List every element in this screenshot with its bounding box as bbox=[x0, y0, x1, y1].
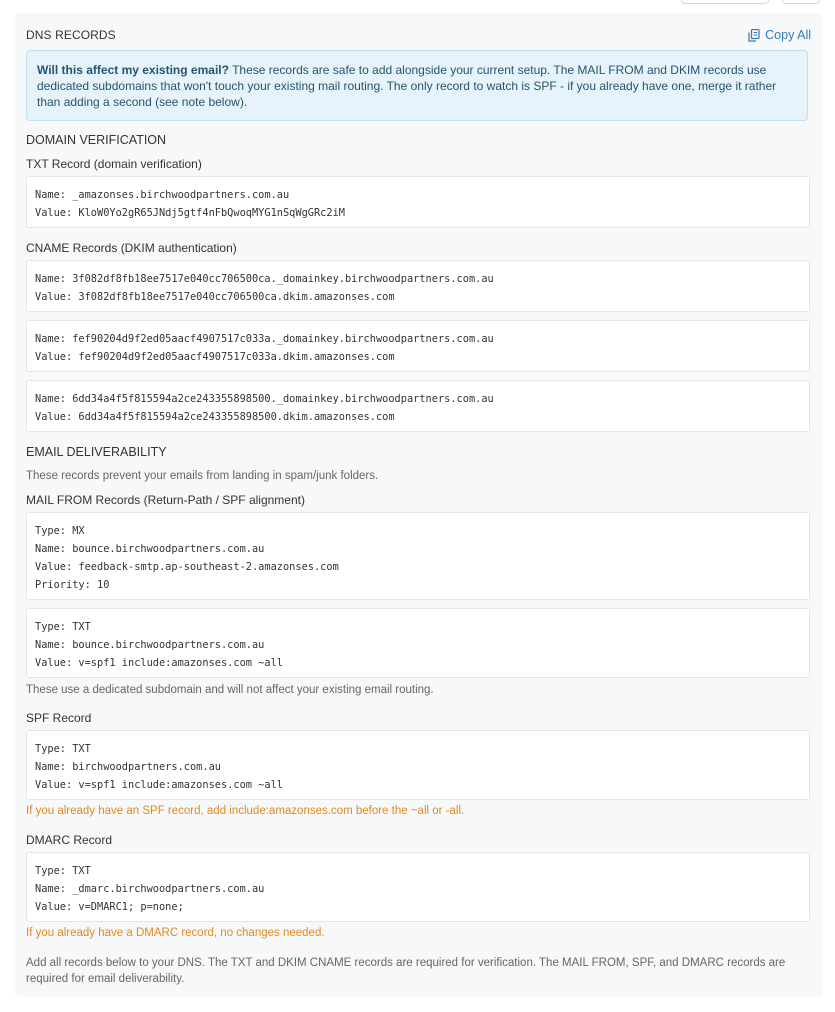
dns-records-panel: DNS RECORDS Copy All Will this affect my… bbox=[15, 13, 823, 997]
record-name: Name: fef90204d9f2ed05aacf4907517c033a._… bbox=[35, 333, 494, 345]
copy-icon bbox=[748, 28, 760, 42]
record-value: Value: feedback-smtp.ap-southeast-2.amaz… bbox=[35, 561, 339, 573]
cname-record-2[interactable]: Name: fef90204d9f2ed05aacf4907517c033a._… bbox=[26, 320, 810, 372]
record-type: Type: TXT bbox=[35, 865, 91, 877]
cname-record-1[interactable]: Name: 3f082df8fb18ee7517e040cc706500ca._… bbox=[26, 260, 810, 312]
dmarc-record-heading: DMARC Record bbox=[26, 833, 113, 847]
dmarc-warning: If you already have a DMARC record, no c… bbox=[26, 927, 325, 939]
record-priority: Priority: 10 bbox=[35, 579, 110, 591]
deliverability-intro: These records prevent your emails from l… bbox=[26, 470, 379, 482]
record-name: Name: 3f082df8fb18ee7517e040cc706500ca._… bbox=[35, 273, 494, 285]
domain-verification-heading: DOMAIN VERIFICATION bbox=[26, 133, 167, 147]
mail-from-mx-record[interactable]: Type: MX Name: bounce.birchwoodpartners.… bbox=[26, 512, 810, 600]
record-type: Type: TXT bbox=[35, 743, 91, 755]
record-value: Value: KloW0Yo2gR65JNdj5gtf4nFbQwoqMYG1n… bbox=[35, 207, 345, 219]
email-deliverability-heading: EMAIL DELIVERABILITY bbox=[26, 445, 167, 459]
spf-record-heading: SPF Record bbox=[26, 711, 92, 725]
spf-warning: If you already have an SPF record, add i… bbox=[26, 805, 465, 817]
txt-record-heading: TXT Record (domain verification) bbox=[26, 157, 202, 171]
record-name: Name: birchwoodpartners.com.au bbox=[35, 761, 221, 773]
record-value: Value: fef90204d9f2ed05aacf4907517c033a.… bbox=[35, 351, 395, 363]
footer-note: Add all records below to your DNS. The T… bbox=[26, 957, 786, 985]
info-question: Will this affect my existing email? bbox=[37, 63, 229, 77]
record-value: Value: v=DMARC1; p=none; bbox=[35, 901, 184, 913]
record-value: Value: 6dd34a4f5f815594a2ce243355898500.… bbox=[35, 411, 395, 423]
record-name: Name: bounce.birchwoodpartners.com.au bbox=[35, 543, 265, 555]
copy-all-button[interactable]: Copy All bbox=[748, 28, 811, 42]
record-name: Name: 6dd34a4f5f815594a2ce243355898500._… bbox=[35, 393, 494, 405]
cname-record-3[interactable]: Name: 6dd34a4f5f815594a2ce243355898500._… bbox=[26, 380, 810, 432]
copy-all-label: Copy All bbox=[765, 28, 811, 42]
info-callout: Will this affect my existing email? Thes… bbox=[26, 50, 808, 121]
record-value: Value: 3f082df8fb18ee7517e040cc706500ca.… bbox=[35, 291, 395, 303]
cname-records-heading: CNAME Records (DKIM authentication) bbox=[26, 241, 237, 255]
record-type: Type: MX bbox=[35, 525, 85, 537]
spf-record[interactable]: Type: TXT Name: birchwoodpartners.com.au… bbox=[26, 730, 810, 800]
record-name: Name: bounce.birchwoodpartners.com.au bbox=[35, 639, 265, 651]
mail-from-note: These use a dedicated subdomain and will… bbox=[26, 684, 434, 696]
record-name: Name: _amazonses.birchwoodpartners.com.a… bbox=[35, 189, 290, 201]
record-name: Name: _dmarc.birchwoodpartners.com.au bbox=[35, 883, 265, 895]
panel-title: DNS RECORDS bbox=[26, 28, 116, 42]
top-button-partial-2[interactable] bbox=[782, 0, 820, 4]
record-value: Value: v=spf1 include:amazonses.com ~all bbox=[35, 779, 283, 791]
top-button-partial[interactable] bbox=[681, 0, 769, 4]
dmarc-record[interactable]: Type: TXT Name: _dmarc.birchwoodpartners… bbox=[26, 852, 810, 922]
mail-from-heading: MAIL FROM Records (Return-Path / SPF ali… bbox=[26, 493, 305, 507]
record-value: Value: v=spf1 include:amazonses.com ~all bbox=[35, 657, 283, 669]
panel-header: DNS RECORDS Copy All bbox=[26, 27, 811, 43]
record-type: Type: TXT bbox=[35, 621, 91, 633]
txt-verification-record[interactable]: Name: _amazonses.birchwoodpartners.com.a… bbox=[26, 176, 810, 228]
mail-from-txt-record[interactable]: Type: TXT Name: bounce.birchwoodpartners… bbox=[26, 608, 810, 678]
